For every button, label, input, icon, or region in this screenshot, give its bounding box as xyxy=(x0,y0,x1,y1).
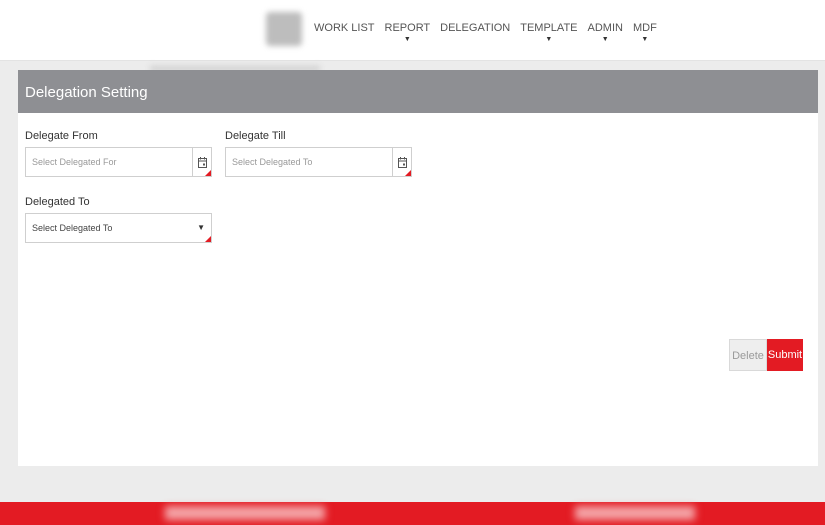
calendar-icon[interactable] xyxy=(192,148,211,176)
submit-button[interactable]: Submit xyxy=(767,339,803,371)
nav-item-label: DELEGATION xyxy=(440,22,511,34)
nav-item-label: WORK LIST xyxy=(314,22,375,34)
delegate-till-label: Delegate Till xyxy=(225,130,286,142)
footer-text-blurred xyxy=(575,506,695,520)
footer-text-blurred xyxy=(165,506,325,520)
company-logo[interactable] xyxy=(168,10,252,48)
delegate-from-input[interactable]: Select Delegated For xyxy=(25,147,212,177)
nav-item-label: REPORT xyxy=(384,22,431,34)
delegate-from-placeholder: Select Delegated For xyxy=(32,157,117,167)
main-nav: WORK LIST REPORT ▼ DELEGATION TEMPLATE ▼… xyxy=(314,22,657,44)
nav-item-template[interactable]: TEMPLATE ▼ xyxy=(520,22,577,44)
delegated-to-label: Delegated To xyxy=(25,196,90,208)
delegate-from-label: Delegate From xyxy=(25,130,98,142)
caret-down-icon: ▼ xyxy=(545,36,553,43)
nav-item-admin[interactable]: ADMIN ▼ xyxy=(588,22,623,44)
nav-item-label: MDF xyxy=(632,22,657,34)
caret-down-icon: ▼ xyxy=(403,36,411,43)
nav-item-work-list[interactable]: WORK LIST xyxy=(314,22,375,44)
nav-item-mdf[interactable]: MDF ▼ xyxy=(633,22,657,44)
nav-item-label: ADMIN xyxy=(587,22,623,34)
delegate-till-placeholder: Select Delegated To xyxy=(232,157,313,167)
delegated-to-select[interactable]: Select Delegated To ▼ xyxy=(25,213,212,243)
delegation-panel: Delegation Setting Delegate From Select … xyxy=(18,70,818,466)
footer-bar xyxy=(0,502,825,525)
secondary-logo xyxy=(266,12,302,46)
chevron-down-icon: ▼ xyxy=(197,223,205,232)
calendar-icon[interactable] xyxy=(392,148,411,176)
caret-down-icon: ▼ xyxy=(601,36,609,43)
delete-button[interactable]: Delete xyxy=(729,339,767,371)
nav-item-label: TEMPLATE xyxy=(520,22,578,34)
nav-item-delegation[interactable]: DELEGATION xyxy=(440,22,510,44)
panel-title: Delegation Setting xyxy=(18,70,818,113)
top-navbar: WORK LIST REPORT ▼ DELEGATION TEMPLATE ▼… xyxy=(0,0,825,61)
delegated-to-selected: Select Delegated To xyxy=(32,223,113,233)
caret-down-icon: ▼ xyxy=(641,36,649,43)
nav-item-report[interactable]: REPORT ▼ xyxy=(385,22,431,44)
delegate-till-input[interactable]: Select Delegated To xyxy=(225,147,412,177)
